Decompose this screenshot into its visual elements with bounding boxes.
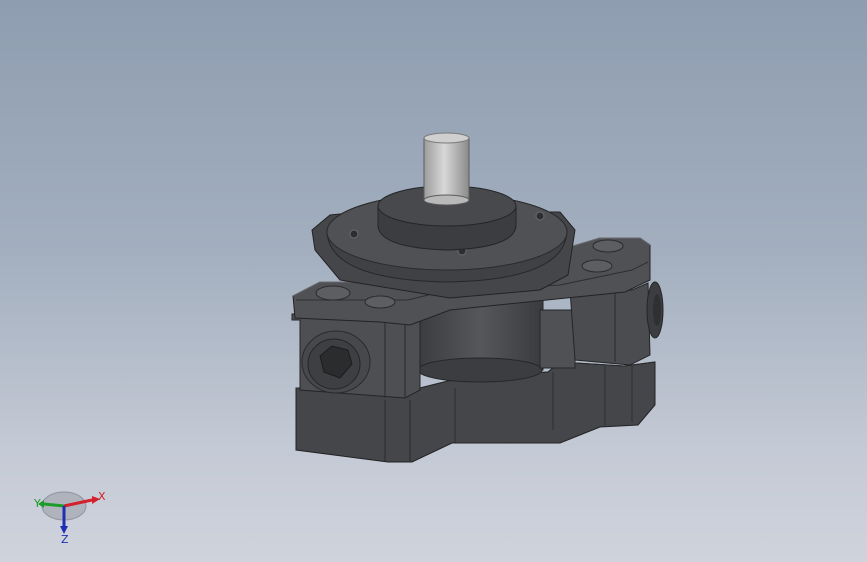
pump-model[interactable] bbox=[0, 0, 867, 562]
y-axis-arrow bbox=[43, 502, 65, 508]
left-port-block bbox=[291, 311, 421, 399]
y-axis-label: Y bbox=[33, 497, 41, 510]
x-axis-label: X bbox=[98, 490, 106, 503]
drive-shaft bbox=[423, 132, 470, 206]
z-axis-label: Z bbox=[61, 533, 69, 546]
orientation-triad[interactable]: X Y Z bbox=[28, 486, 108, 546]
graphics-viewport[interactable]: X Y Z bbox=[0, 0, 867, 562]
